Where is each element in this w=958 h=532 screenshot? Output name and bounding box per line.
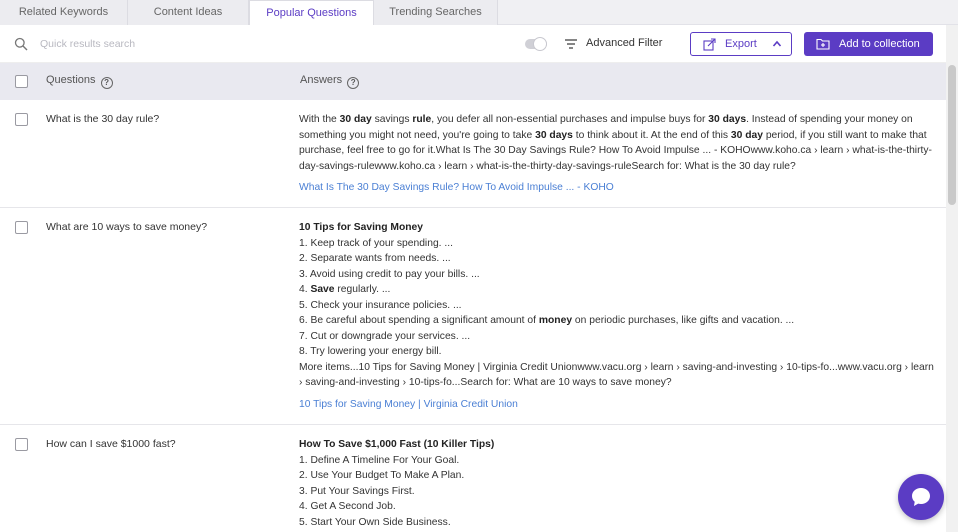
questions-list: What is the 30 day rule? With the 30 day … bbox=[0, 100, 946, 532]
filter-lines-icon[interactable] bbox=[564, 37, 578, 51]
select-all-checkbox[interactable] bbox=[15, 75, 28, 88]
answer-line: 5. Check your insurance policies. ... bbox=[299, 299, 462, 311]
export-label: Export bbox=[725, 38, 757, 50]
tab-content-ideas[interactable]: Content Ideas bbox=[128, 0, 249, 25]
add-to-collection-button[interactable]: Add to collection bbox=[804, 32, 933, 56]
answer-paragraph: With the 30 day savings rule, you defer … bbox=[299, 114, 932, 172]
table-row: How can I save $1000 fast? How To Save $1… bbox=[0, 425, 946, 532]
answer-line: 3. Avoid using credit to pay your bills.… bbox=[299, 268, 480, 280]
results-panel: Advanced Filter Export Add to collection… bbox=[0, 25, 946, 532]
quick-search-input[interactable] bbox=[40, 35, 340, 53]
answer-line: 7. Cut or downgrade your services. ... bbox=[299, 330, 471, 342]
chat-bubble-icon bbox=[912, 488, 930, 506]
question-text: What is the 30 day rule? bbox=[46, 113, 160, 125]
answer-line: 8. Try lowering your energy bill. bbox=[299, 346, 442, 357]
questions-column-header[interactable]: Questions? bbox=[46, 74, 113, 89]
answers-help-icon[interactable]: ? bbox=[347, 77, 360, 89]
table-row: What are 10 ways to save money? 10 Tips f… bbox=[0, 208, 946, 425]
source-link[interactable]: What Is The 30 Day Savings Rule? How To … bbox=[299, 180, 939, 196]
toggle-knob bbox=[533, 37, 547, 51]
row-checkbox[interactable] bbox=[15, 438, 28, 451]
search-icon bbox=[14, 37, 28, 51]
answer-title: 10 Tips for Saving Money bbox=[299, 222, 423, 233]
tab-bar: Related Keywords Content Ideas Popular Q… bbox=[0, 0, 958, 25]
answer-line: 3. Put Your Savings First. bbox=[299, 485, 415, 497]
tab-related-keywords[interactable]: Related Keywords bbox=[0, 0, 128, 25]
tab-popular-questions[interactable]: Popular Questions bbox=[249, 0, 374, 25]
answers-header-label: Answers bbox=[300, 74, 343, 86]
source-link[interactable]: 10 Tips for Saving Money | Virginia Cred… bbox=[299, 397, 939, 413]
answer-text: With the 30 day savings rule, you defer … bbox=[299, 100, 939, 196]
question-text: What are 10 ways to save money? bbox=[46, 221, 208, 233]
advanced-filter-toggle[interactable] bbox=[525, 37, 547, 51]
tab-bar-spacer bbox=[498, 0, 958, 25]
questions-header-label: Questions bbox=[46, 74, 96, 86]
row-checkbox[interactable] bbox=[15, 221, 28, 234]
table-row: What is the 30 day rule? With the 30 day … bbox=[0, 100, 946, 208]
export-button[interactable]: Export bbox=[690, 32, 792, 56]
answer-text: 10 Tips for Saving Money 1. Keep track of… bbox=[299, 208, 939, 412]
answer-line: 4. Get A Second Job. bbox=[299, 501, 396, 512]
folder-plus-icon bbox=[816, 38, 830, 50]
advanced-filter-label[interactable]: Advanced Filter bbox=[586, 37, 662, 49]
table-header: Questions? Answers? bbox=[0, 63, 946, 100]
answer-title: How To Save $1,000 Fast (10 Killer Tips) bbox=[299, 439, 495, 450]
answer-line: 2. Use Your Budget To Make A Plan. bbox=[299, 470, 465, 481]
answer-line: More items...10 Tips for Saving Money | … bbox=[299, 361, 934, 389]
answer-line: 6. Be careful about spending a significa… bbox=[299, 315, 795, 326]
row-checkbox[interactable] bbox=[15, 113, 28, 126]
answer-line: 4. Save regularly. ... bbox=[299, 284, 391, 295]
answer-line: 2. Separate wants from needs. ... bbox=[299, 253, 451, 264]
question-text: How can I save $1000 fast? bbox=[46, 438, 176, 450]
answer-line: 1. Define A Timeline For Your Goal. bbox=[299, 454, 460, 466]
answers-column-header[interactable]: Answers? bbox=[300, 74, 360, 89]
answer-text: How To Save $1,000 Fast (10 Killer Tips)… bbox=[299, 425, 939, 530]
scrollbar-thumb[interactable] bbox=[948, 65, 956, 205]
questions-help-icon[interactable]: ? bbox=[100, 77, 113, 89]
tab-trending-searches[interactable]: Trending Searches bbox=[374, 0, 498, 25]
add-to-collection-label: Add to collection bbox=[839, 38, 920, 50]
scrollbar[interactable] bbox=[946, 25, 958, 532]
answer-line: 1. Keep track of your spending. ... bbox=[299, 237, 453, 249]
chevron-up-icon bbox=[772, 40, 781, 47]
answer-line: 5. Start Your Own Side Business. bbox=[299, 516, 451, 528]
export-icon bbox=[703, 37, 716, 51]
toolbar: Advanced Filter Export Add to collection bbox=[0, 25, 946, 63]
chat-button[interactable] bbox=[898, 474, 944, 520]
